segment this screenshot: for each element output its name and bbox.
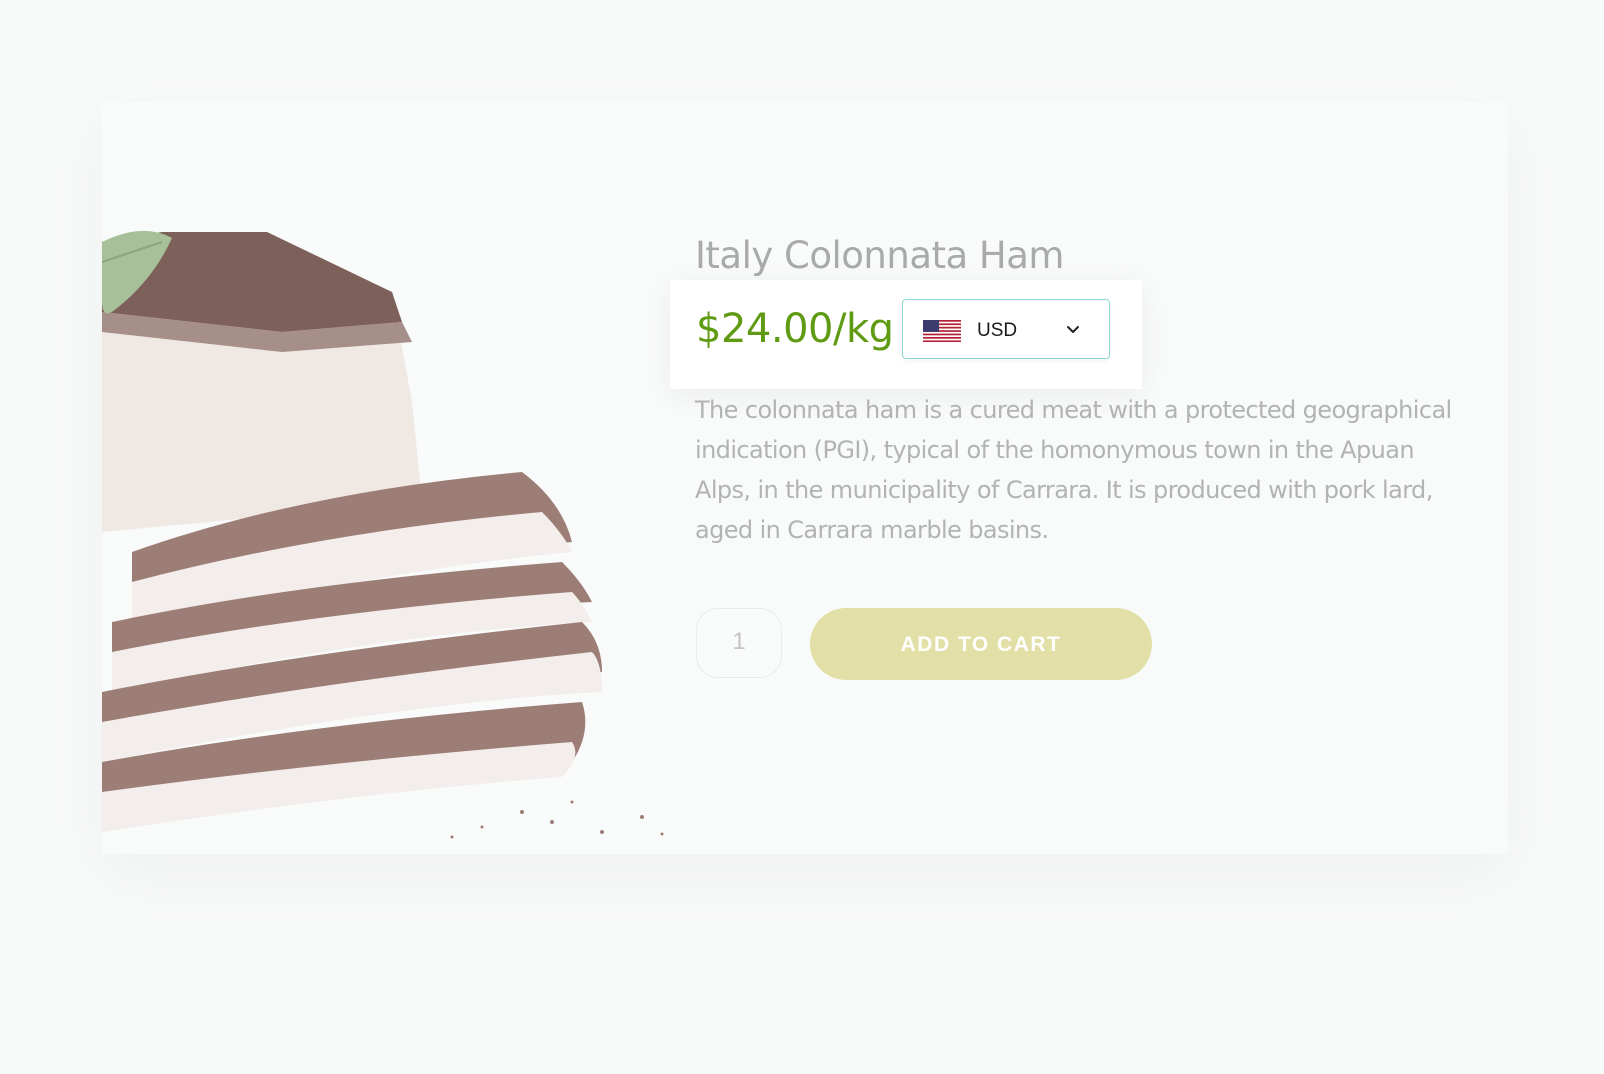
chevron-down-icon (1067, 326, 1079, 333)
currency-select[interactable]: USD (902, 299, 1110, 359)
product-title: Italy Colonnata Ham (695, 234, 1064, 277)
product-card: Italy Colonnata Ham $24.00/kg USD The co… (102, 102, 1508, 854)
price-panel: $24.00/kg USD (670, 280, 1142, 389)
currency-code: USD (977, 320, 1018, 341)
add-to-cart-button[interactable]: ADD TO CART (810, 608, 1152, 680)
us-flag-icon (923, 320, 961, 342)
product-price: $24.00/kg (696, 306, 894, 352)
product-description: The colonnata ham is a cured meat with a… (695, 396, 1452, 544)
product-image (102, 230, 664, 839)
quantity-input[interactable]: 1 (696, 608, 782, 678)
